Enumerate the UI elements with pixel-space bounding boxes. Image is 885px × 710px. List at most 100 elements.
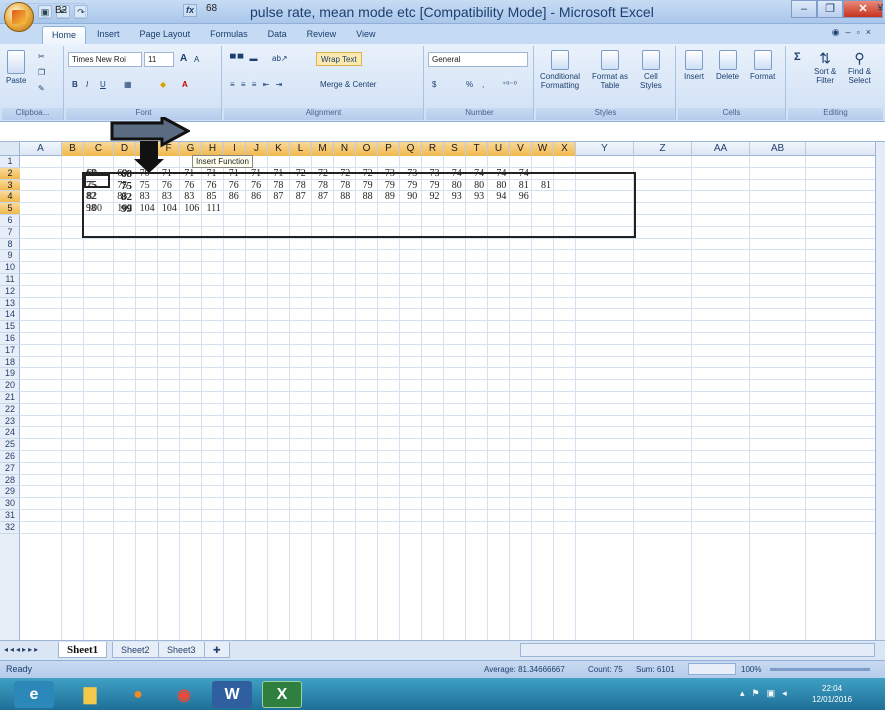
column-header-a[interactable]: A	[20, 142, 62, 156]
vertical-scrollbar[interactable]	[875, 142, 885, 640]
zoom-level[interactable]: 100%	[741, 665, 761, 674]
row-header-17[interactable]: 17	[0, 345, 20, 357]
column-header-t[interactable]: T	[466, 142, 488, 156]
cell-value[interactable]: 76	[229, 180, 239, 191]
row-header-27[interactable]: 27	[0, 463, 20, 475]
cell-value[interactable]: 80	[452, 180, 462, 191]
insert-button[interactable]: Insert	[684, 50, 704, 81]
cell-value[interactable]: 90	[407, 191, 417, 202]
cell-value[interactable]: 71	[229, 168, 239, 179]
row-header-20[interactable]: 20	[0, 380, 20, 392]
row-header-11[interactable]: 11	[0, 274, 20, 286]
insert-function-button[interactable]: fx	[183, 4, 197, 17]
copy-icon[interactable]: ❐	[38, 68, 45, 77]
column-header-o[interactable]: O	[356, 142, 378, 156]
cell-styles-button[interactable]: Cell Styles	[640, 50, 662, 90]
row-header-15[interactable]: 15	[0, 321, 20, 333]
format-as-table-button[interactable]: Format as Table	[592, 50, 628, 90]
cell-value[interactable]: 86	[251, 191, 261, 202]
excel-icon[interactable]: X	[262, 681, 302, 708]
format-painter-icon[interactable]: ✎	[38, 84, 45, 93]
row-header-10[interactable]: 10	[0, 262, 20, 274]
borders-icon[interactable]: ▦	[124, 78, 132, 92]
office-button[interactable]	[4, 2, 34, 32]
cell-value[interactable]: 78	[318, 180, 328, 191]
cell-value[interactable]: 73	[430, 168, 440, 179]
row-header-24[interactable]: 24	[0, 427, 20, 440]
autosum-button[interactable]: Σ	[794, 50, 801, 64]
cell-value[interactable]: 88	[363, 191, 373, 202]
font-name-select[interactable]: Times New Roi	[68, 52, 142, 67]
align-icon[interactable]: ≡ ≡ ≡ ⇤ ⇥	[230, 78, 284, 92]
cell-value[interactable]: 74	[474, 168, 484, 179]
cell-value[interactable]: 106	[184, 203, 199, 214]
row-header-9[interactable]: 9	[0, 250, 20, 263]
comma-button[interactable]: ,	[482, 78, 484, 92]
column-header-l[interactable]: L	[290, 142, 312, 156]
row-header-19[interactable]: 19	[0, 368, 20, 381]
cell-value[interactable]: 93	[452, 191, 462, 202]
cell-value[interactable]: 96	[519, 191, 529, 202]
restore-button[interactable]: ❐	[817, 0, 843, 18]
cell-value[interactable]: 82	[87, 191, 97, 202]
underline-button[interactable]: U	[100, 78, 106, 92]
column-header-p[interactable]: P	[378, 142, 400, 156]
cell-value[interactable]: 69	[87, 168, 97, 179]
column-header-ab[interactable]: AB	[750, 142, 806, 156]
cell-value[interactable]: 76	[162, 180, 172, 191]
horizontal-scrollbar[interactable]	[520, 643, 875, 657]
cell-value[interactable]: 88	[340, 191, 350, 202]
find-select-button[interactable]: ⚲ Find & Select	[848, 50, 871, 85]
row-header-1[interactable]: 1	[0, 156, 20, 168]
row-header-28[interactable]: 28	[0, 475, 20, 487]
tab-page-layout[interactable]: Page Layout	[131, 26, 200, 44]
column-header-s[interactable]: S	[444, 142, 466, 156]
row-header-3[interactable]: 3	[0, 179, 20, 192]
cell-value[interactable]: 83	[184, 191, 194, 202]
row-header-4[interactable]: 4	[0, 191, 20, 204]
delete-button[interactable]: Delete	[716, 50, 739, 81]
insert-sheet-icon[interactable]: ✚	[204, 642, 230, 658]
cell-value[interactable]: 85	[207, 191, 217, 202]
row-header-23[interactable]: 23	[0, 416, 20, 428]
cell-value[interactable]: 73	[385, 168, 395, 179]
column-header-h[interactable]: H	[202, 142, 224, 156]
cell-value[interactable]: 104	[162, 203, 177, 214]
cell-value[interactable]: 71	[207, 168, 217, 179]
paste-button[interactable]: Paste	[6, 50, 26, 85]
row-header-21[interactable]: 21	[0, 392, 20, 404]
cell-value[interactable]: 83	[140, 191, 150, 202]
column-header-aa[interactable]: AA	[692, 142, 750, 156]
wrap-text-button[interactable]: Wrap Text	[316, 52, 362, 66]
cell-value[interactable]: 72	[340, 168, 350, 179]
sheet-nav-arrows-icon[interactable]: ◂◂◂▸▸▸	[4, 645, 40, 654]
column-header-i[interactable]: I	[224, 142, 246, 156]
row-header-31[interactable]: 31	[0, 510, 20, 522]
column-header-w[interactable]: W	[532, 142, 554, 156]
cell-value[interactable]: 104	[140, 203, 155, 214]
chrome-icon[interactable]: ◉	[164, 681, 204, 708]
cell-value[interactable]: 71	[273, 168, 283, 179]
font-color-icon[interactable]: A	[182, 78, 188, 92]
merge-center-button[interactable]: Merge & Center	[320, 78, 376, 92]
row-header-2[interactable]: 2	[0, 167, 20, 180]
column-header-m[interactable]: M	[312, 142, 334, 156]
cell-value[interactable]: 81	[519, 180, 529, 191]
cell-value[interactable]: 76	[207, 180, 217, 191]
cell-value[interactable]: 87	[273, 191, 283, 202]
italic-button[interactable]: I	[86, 78, 88, 92]
cell-value[interactable]: 72	[296, 168, 306, 179]
shrink-font-button[interactable]: A	[194, 53, 199, 67]
tab-view[interactable]: View	[347, 26, 384, 44]
column-header-n[interactable]: N	[334, 142, 356, 156]
row-header-26[interactable]: 26	[0, 451, 20, 463]
column-header-y[interactable]: Y	[576, 142, 634, 156]
column-header-k[interactable]: K	[268, 142, 290, 156]
conditional-formatting-button[interactable]: Conditional Formatting	[540, 50, 580, 90]
cell-value[interactable]: 92	[430, 191, 440, 202]
number-format-select[interactable]: General	[428, 52, 528, 67]
column-header-u[interactable]: U	[488, 142, 510, 156]
firefox-icon[interactable]: ●	[118, 681, 158, 708]
cell-value[interactable]: 83	[117, 191, 127, 202]
tab-formulas[interactable]: Formulas	[201, 26, 257, 44]
